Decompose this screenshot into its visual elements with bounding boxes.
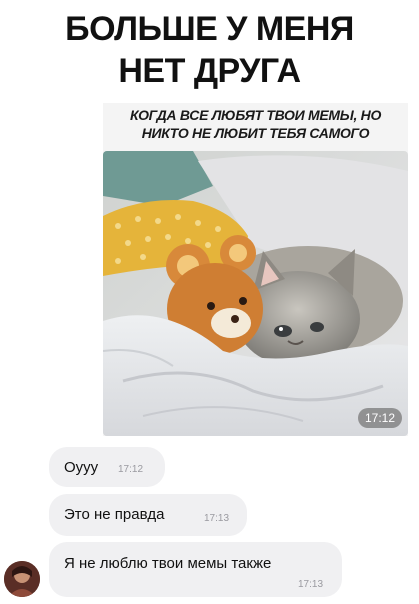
message-time-3: 17:13: [298, 579, 324, 590]
message-text-2: Это не правда: [64, 506, 165, 523]
message-time-2: 17:13: [204, 513, 230, 524]
message-text-1: Оууу: [64, 459, 99, 476]
message-text-3: Я не люблю твои мемы также: [64, 555, 272, 572]
message-bubble-2[interactable]: Это не правда 17:13: [49, 494, 247, 536]
photo-message[interactable]: КОГДА ВСЕ ЛЮБЯТ ТВОИ МЕМЫ, НО НИКТО НЕ Л…: [103, 103, 408, 436]
avatar-image: [4, 561, 40, 597]
photo-timestamp: 17:12: [357, 408, 402, 428]
cat-photo[interactable]: 17:12: [103, 151, 408, 436]
message-bubble-3[interactable]: Я не люблю твои мемы также 17:13: [49, 542, 342, 597]
avatar[interactable]: [4, 561, 40, 597]
headline-line-2: НЕТ ДРУГА: [118, 52, 301, 90]
headline-line-1: БОЛЬШЕ У МЕНЯ: [65, 10, 354, 48]
message-bubble-1[interactable]: Оууу 17:12: [49, 447, 165, 487]
caption-line-1: КОГДА ВСЕ ЛЮБЯТ ТВОИ МЕМЫ, НО: [129, 107, 382, 123]
meme-headline: БОЛЬШЕ У МЕНЯ НЕТ ДРУГА: [0, 8, 419, 92]
caption-line-2: НИКТО НЕ ЛЮБИТ ТЕБЯ САМОГО: [141, 125, 370, 141]
cat-with-teddy-bear-image: [103, 151, 408, 436]
meme-caption: КОГДА ВСЕ ЛЮБЯТ ТВОИ МЕМЫ, НО НИКТО НЕ Л…: [103, 103, 408, 142]
message-time-1: 17:12: [118, 464, 144, 475]
